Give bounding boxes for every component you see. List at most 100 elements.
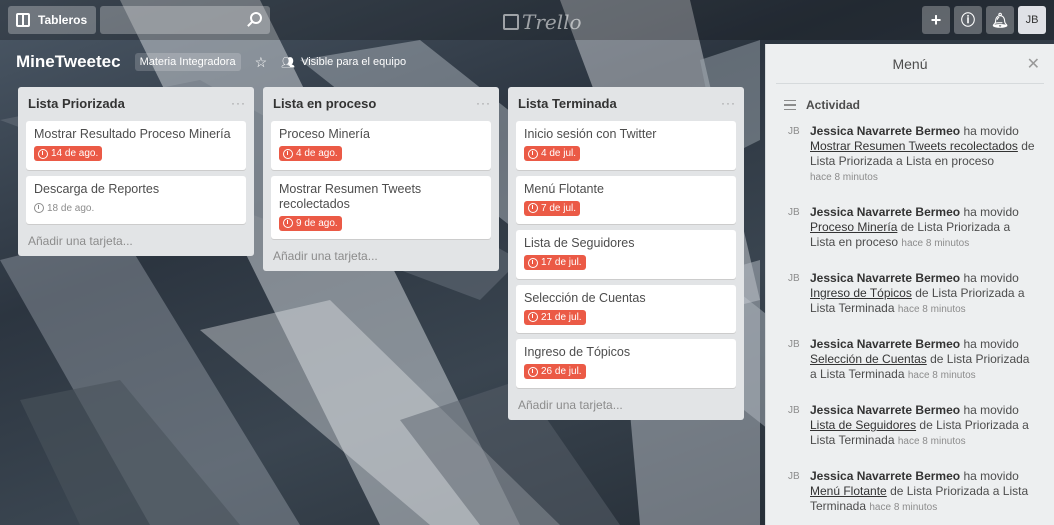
activity-user[interactable]: Jessica Navarrete Bermeo [810,403,960,417]
star-icon[interactable]: ☆ [255,54,268,71]
add-card-link[interactable]: Añadir una tarjeta... [516,398,736,412]
list-priorizada: Lista Priorizada ··· Mostrar Resultado P… [18,87,254,256]
search-input[interactable] [100,6,270,34]
activity-title: Actividad [806,98,861,112]
activity-time[interactable]: hace 8 minutos [898,304,966,315]
add-card-link[interactable]: Añadir una tarjeta... [26,234,246,248]
activity-time[interactable]: hace 8 minutos [869,502,937,513]
activity-action: ha movido [963,337,1019,351]
due-date-text: 4 de jul. [541,148,577,159]
list-card[interactable]: Mostrar Resumen Tweets recolectados 9 de… [271,175,491,239]
due-date-badge: 4 de jul. [524,146,581,161]
due-date-badge: 9 de ago. [279,215,342,231]
due-date-badge: 4 de ago. [279,146,342,161]
list-card[interactable]: Inicio sesión con Twitter 4 de jul. [516,121,736,170]
list-card[interactable]: Descarga de Reportes 18 de ago. [26,175,246,224]
list-menu-icon[interactable]: ··· [476,96,491,110]
list-card[interactable]: Proceso Minería 4 de ago. [271,121,491,170]
activity-icon [784,99,796,111]
due-date-text: 4 de ago. [296,148,338,159]
activity-user[interactable]: Jessica Navarrete Bermeo [810,205,960,219]
trello-logo[interactable]: Trello [503,10,582,34]
boards-button[interactable]: Tableros [8,6,96,34]
activity-user[interactable]: Jessica Navarrete Bermeo [810,271,960,285]
list-card[interactable]: Ingreso de Tópicos 26 de jul. [516,339,736,388]
activity-item: JB Jessica Navarrete Bermeo ha movido Mo… [766,118,1054,193]
visibility-button[interactable]: 👥︎ Visible para el equipo [281,56,406,69]
list-card[interactable]: Selección de Cuentas 21 de jul. [516,284,736,333]
clock-icon [283,218,293,228]
activity-card-link[interactable]: Selección de Cuentas [810,352,927,366]
info-icon: ⓘ [961,12,975,28]
list-menu-icon[interactable]: ··· [721,96,736,110]
close-icon[interactable]: ✕ [1027,54,1040,74]
clock-icon [34,203,44,213]
top-header: Tableros Trello + ⓘ 🔔︎ JB [0,0,1054,40]
boards-icon [16,13,30,27]
list-title[interactable]: Lista Priorizada [28,96,125,111]
list-title[interactable]: Lista Terminada [518,96,617,111]
plus-icon: + [930,9,942,30]
board-menu-panel: Menú ✕ Actividad JB Jessica Navarrete Be… [765,44,1054,525]
activity-user[interactable]: Jessica Navarrete Bermeo [810,124,960,138]
activity-avatar[interactable]: JB [788,205,802,251]
list-terminada: Lista Terminada ··· Inicio sesión con Tw… [508,87,744,420]
activity-user[interactable]: Jessica Navarrete Bermeo [810,469,960,483]
board-title[interactable]: MineTweetec [16,52,121,72]
due-date-text: 7 de jul. [541,202,577,214]
clock-icon [528,312,538,322]
activity-card-link[interactable]: Lista de Seguidores [810,418,916,432]
activity-user[interactable]: Jessica Navarrete Bermeo [810,337,960,351]
list-menu-icon[interactable]: ··· [231,96,246,110]
card-title: Lista de Seguidores [524,236,635,250]
activity-card-link[interactable]: Mostrar Resumen Tweets recolectados [810,139,1018,153]
list-card[interactable]: Menú Flotante 7 de jul. [516,175,736,224]
activity-item: JB Jessica Navarrete Bermeo ha movido Pr… [766,199,1054,259]
activity-avatar[interactable]: JB [788,403,802,449]
board-header: MineTweetec Materia Integradora ☆ 👥︎ Vis… [16,52,406,72]
list-card[interactable]: Mostrar Resultado Proceso Minería 14 de … [26,121,246,170]
board-team-tag[interactable]: Materia Integradora [134,53,241,71]
card-title: Menú Flotante [524,181,604,196]
activity-avatar[interactable]: JB [788,469,802,515]
card-title: Mostrar Resumen Tweets recolectados [279,181,422,211]
team-icon: 👥︎ [281,56,296,69]
due-date-text: 18 de ago. [47,202,95,214]
info-button[interactable]: ⓘ [954,6,982,34]
notifications-button[interactable]: 🔔︎ [986,6,1014,34]
user-avatar[interactable]: JB [1018,6,1046,34]
activity-time[interactable]: hace 8 minutos [810,172,878,183]
list-card[interactable]: Lista de Seguidores 17 de jul. [516,230,736,279]
activity-card-link[interactable]: Proceso Minería [810,220,897,234]
clock-icon [528,148,538,159]
activity-card-link[interactable]: Menú Flotante [810,484,887,498]
card-title: Selección de Cuentas [524,290,646,305]
activity-time[interactable]: hace 8 minutos [901,238,969,249]
activity-time[interactable]: hace 8 minutos [908,370,976,381]
activity-action: ha movido [963,403,1019,417]
due-date-badge: 21 de jul. [524,309,586,325]
due-date-text: 17 de jul. [541,257,582,268]
activity-action: ha movido [963,124,1019,138]
activity-item: JB Jessica Navarrete Bermeo ha movido Me… [766,463,1054,523]
activity-action: ha movido [963,271,1019,285]
activity-time[interactable]: hace 8 minutos [898,436,966,447]
clock-icon [528,203,538,213]
activity-avatar[interactable]: JB [788,271,802,317]
activity-avatar[interactable]: JB [788,337,802,383]
due-date-text: 14 de ago. [51,148,99,159]
add-card-link[interactable]: Añadir una tarjeta... [271,249,491,263]
menu-title: Menú [892,55,928,72]
activity-item: JB Jessica Navarrete Bermeo ha movido In… [766,265,1054,325]
due-date-text: 9 de ago. [296,217,338,229]
due-date-badge: 17 de jul. [524,255,586,270]
activity-card-link[interactable]: Ingreso de Tópicos [810,286,912,300]
list-title[interactable]: Lista en proceso [273,96,376,111]
add-button[interactable]: + [922,6,950,34]
due-date-badge: 18 de ago. [34,201,98,216]
bell-icon: 🔔︎ [991,11,1009,28]
list-en-proceso: Lista en proceso ··· Proceso Minería 4 d… [263,87,499,271]
activity-avatar[interactable]: JB [788,124,802,185]
clock-icon [283,148,293,159]
search-icon[interactable] [250,12,262,24]
